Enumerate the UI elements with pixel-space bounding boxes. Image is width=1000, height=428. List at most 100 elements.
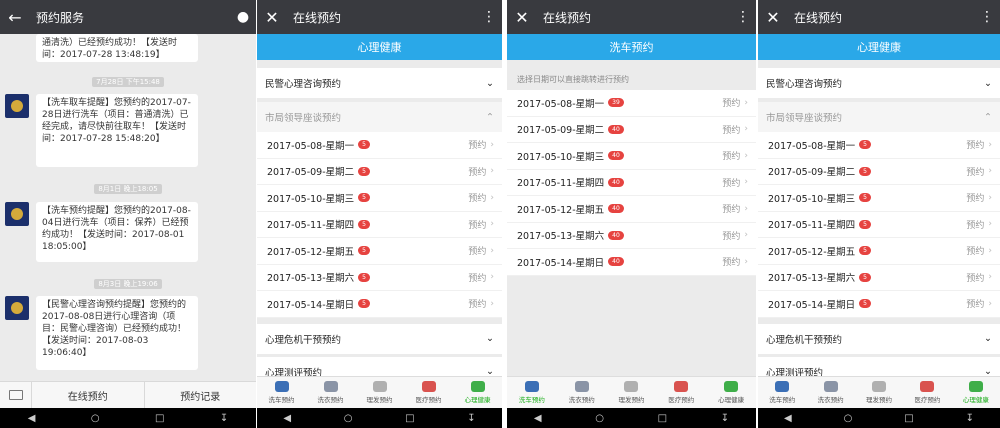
count-badge: 40 xyxy=(608,124,624,134)
nav-menu-icon[interactable]: ↧ xyxy=(220,413,228,424)
section-header-expanded[interactable]: 市局领导座谈预约 ⌃ xyxy=(758,102,1000,132)
back-arrow-icon[interactable]: ← xyxy=(0,8,30,27)
category-icon xyxy=(524,381,539,392)
online-booking-button[interactable]: 在线预约 xyxy=(32,382,145,408)
date-row[interactable]: 2017-05-08-星期一 5 预约 › xyxy=(257,132,502,159)
section-header[interactable]: 心理测评预约 ⌄ xyxy=(758,356,1000,376)
tab-label: 医疗预约 xyxy=(668,396,695,404)
nav-recents-icon[interactable]: □ xyxy=(155,413,164,424)
nav-back-icon[interactable]: ◀ xyxy=(28,413,36,424)
date-label: 2017-05-13-星期六 xyxy=(768,273,856,285)
chevron-up-icon: ⌃ xyxy=(486,111,494,123)
date-row[interactable]: 2017-05-10-星期三 40 预约 › xyxy=(507,143,756,170)
tab-0[interactable]: 洗车预约 xyxy=(758,377,806,408)
date-row[interactable]: 2017-05-11-星期四 5 预约 › xyxy=(257,211,502,238)
tab-label: 洗衣预约 xyxy=(817,396,844,404)
nav-back-icon[interactable]: ◀ xyxy=(784,413,792,424)
timestamp: 8月3日 晚上19:06 xyxy=(0,279,256,289)
keyboard-icon[interactable] xyxy=(0,382,32,408)
book-action-label: 预约 xyxy=(722,99,741,110)
chevron-right-icon: › xyxy=(744,203,748,214)
section-header[interactable]: 心理危机干预预约 ⌄ xyxy=(758,323,1000,354)
nav-menu-icon[interactable]: ↧ xyxy=(721,413,729,424)
chevron-right-icon: › xyxy=(744,230,748,241)
tab-4[interactable]: 心理健康 xyxy=(952,377,1000,408)
more-options-icon[interactable]: ⋮ xyxy=(730,9,756,25)
tab-label: 洗衣预约 xyxy=(317,396,344,404)
tab-2[interactable]: 理发预约 xyxy=(855,377,903,408)
date-row[interactable]: 2017-05-09-星期二 40 预约 › xyxy=(507,116,756,143)
tab-1[interactable]: 洗衣预约 xyxy=(557,377,607,408)
tab-2[interactable]: 理发预约 xyxy=(355,377,404,408)
android-nav-bar: ◀ ○ □ ↧ xyxy=(257,408,502,428)
category-tab-bar: 洗车预约 洗衣预约 理发预约 医疗预约 心理健康 xyxy=(257,376,502,408)
book-action-label: 预约 xyxy=(468,247,487,258)
date-row[interactable]: 2017-05-08-星期一 39 预约 › xyxy=(507,90,756,117)
date-row[interactable]: 2017-05-11-星期四 5 预约 › xyxy=(758,211,1000,238)
date-row[interactable]: 2017-05-14-星期日 5 预约 › xyxy=(257,291,502,318)
nav-home-icon[interactable]: ○ xyxy=(344,413,353,424)
booking-list[interactable]: 民警心理咨询预约 ⌄ 市局领导座谈预约 ⌃ 2017-05-08-星期一 5 预约 › 2017… xyxy=(758,60,1000,376)
section-header[interactable]: 民警心理咨询预约 ⌄ xyxy=(257,68,502,98)
tab-3[interactable]: 医疗预约 xyxy=(903,377,951,408)
tab-0[interactable]: 洗车预约 xyxy=(257,377,306,408)
nav-recents-icon[interactable]: □ xyxy=(405,413,414,424)
nav-home-icon[interactable]: ○ xyxy=(844,413,853,424)
close-icon[interactable]: ✕ xyxy=(758,8,788,27)
nav-back-icon[interactable]: ◀ xyxy=(534,413,542,424)
tab-4[interactable]: 心理健康 xyxy=(706,377,756,408)
section-header-expanded[interactable]: 市局领导座谈预约 ⌃ xyxy=(257,102,502,132)
date-row[interactable]: 2017-05-09-星期二 5 预约 › xyxy=(257,158,502,185)
android-nav-bar: ◀ ○ □ ↧ xyxy=(758,408,1000,428)
close-icon[interactable]: ✕ xyxy=(507,8,537,27)
book-action-label: 预约 xyxy=(966,273,985,284)
tab-3[interactable]: 医疗预约 xyxy=(656,377,706,408)
section-header[interactable]: 心理危机干预预约 ⌄ xyxy=(257,323,502,354)
date-row[interactable]: 2017-05-10-星期三 5 预约 › xyxy=(758,185,1000,212)
tab-4[interactable]: 心理健康 xyxy=(453,377,502,408)
date-row[interactable]: 2017-05-14-星期日 40 预约 › xyxy=(507,249,756,276)
tab-3[interactable]: 医疗预约 xyxy=(404,377,453,408)
more-options-icon[interactable]: ⋮ xyxy=(476,9,502,25)
close-icon[interactable]: ✕ xyxy=(257,8,287,27)
nav-home-icon[interactable]: ○ xyxy=(595,413,604,424)
avatar[interactable] xyxy=(5,296,29,320)
user-profile-icon[interactable]: ● xyxy=(230,9,256,25)
booking-list[interactable]: 民警心理咨询预约 ⌄ 市局领导座谈预约 ⌃ 2017-05-08-星期一 5 预约 › 2017… xyxy=(257,60,502,376)
tab-0[interactable]: 洗车预约 xyxy=(507,377,557,408)
date-row[interactable]: 2017-05-11-星期四 40 预约 › xyxy=(507,169,756,196)
date-row[interactable]: 2017-05-12-星期五 5 预约 › xyxy=(758,238,1000,265)
date-row[interactable]: 2017-05-13-星期六 5 预约 › xyxy=(257,264,502,291)
section-header[interactable]: 心理测评预约 ⌄ xyxy=(257,356,502,376)
count-badge: 5 xyxy=(358,272,370,282)
nav-menu-icon[interactable]: ↧ xyxy=(467,413,475,424)
date-label: 2017-05-10-星期三 xyxy=(267,193,355,205)
nav-menu-icon[interactable]: ↧ xyxy=(966,413,974,424)
avatar[interactable] xyxy=(5,202,29,226)
message-bubble: 通清洗）已经预约成功！【发送时间：2017-07-28 13:48:19】 xyxy=(36,34,198,62)
tab-1[interactable]: 洗衣预约 xyxy=(806,377,854,408)
date-row[interactable]: 2017-05-10-星期三 5 预约 › xyxy=(257,185,502,212)
date-row[interactable]: 2017-05-13-星期六 5 预约 › xyxy=(758,264,1000,291)
booking-list[interactable]: 选择日期可以直接跳转进行预约 2017-05-08-星期一 39 预约 › 2017-05… xyxy=(507,60,756,376)
nav-back-icon[interactable]: ◀ xyxy=(283,413,291,424)
date-row[interactable]: 2017-05-12-星期五 40 预约 › xyxy=(507,196,756,223)
section-header[interactable]: 民警心理咨询预约 ⌄ xyxy=(758,68,1000,98)
more-options-icon[interactable]: ⋮ xyxy=(974,9,1000,25)
android-nav-bar: ◀ ○ □ ↧ xyxy=(0,408,256,428)
booking-records-button[interactable]: 预约记录 xyxy=(145,382,257,408)
date-row[interactable]: 2017-05-12-星期五 5 预约 › xyxy=(257,238,502,265)
book-action-label: 预约 xyxy=(722,258,741,269)
avatar[interactable] xyxy=(5,94,29,118)
date-row[interactable]: 2017-05-14-星期日 5 预约 › xyxy=(758,291,1000,318)
tab-2[interactable]: 理发预约 xyxy=(607,377,657,408)
date-row[interactable]: 2017-05-09-星期二 5 预约 › xyxy=(758,158,1000,185)
nav-recents-icon[interactable]: □ xyxy=(658,413,667,424)
date-row[interactable]: 2017-05-13-星期六 40 预约 › xyxy=(507,222,756,249)
tab-1[interactable]: 洗衣预约 xyxy=(306,377,355,408)
nav-home-icon[interactable]: ○ xyxy=(91,413,100,424)
date-row[interactable]: 2017-05-08-星期一 5 预约 › xyxy=(758,132,1000,159)
nav-recents-icon[interactable]: □ xyxy=(904,413,913,424)
chat-messages[interactable]: 通清洗）已经预约成功！【发送时间：2017-07-28 13:48:19】 7月… xyxy=(0,34,256,381)
book-action-label: 预约 xyxy=(468,273,487,284)
